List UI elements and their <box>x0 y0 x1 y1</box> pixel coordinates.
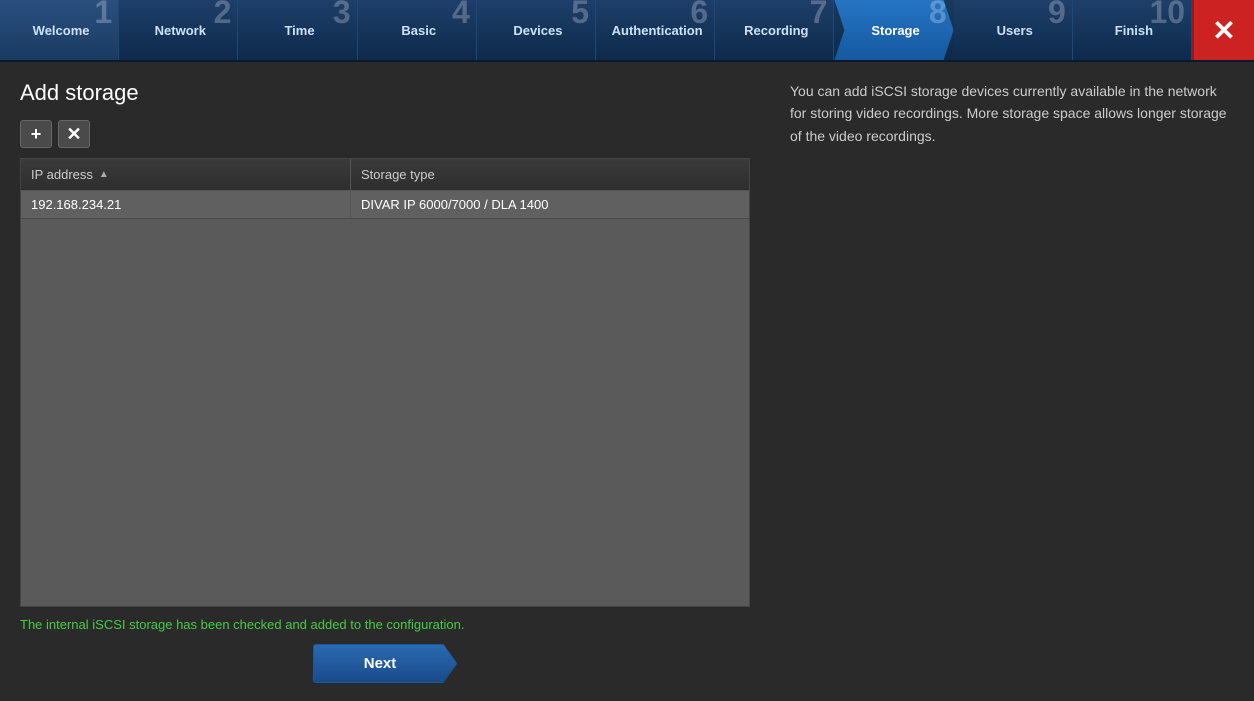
table-header: IP address ▲ Storage type <box>21 159 749 191</box>
column-header-storage: Storage type <box>351 159 749 190</box>
nav-welcome[interactable]: Welcome 1 <box>0 0 119 60</box>
status-message: The internal iSCSI storage has been chec… <box>20 617 750 632</box>
storage-table: IP address ▲ Storage type 192.168.234.21… <box>20 158 750 607</box>
cell-storage-type: DIVAR IP 6000/7000 / DLA 1400 <box>351 191 749 218</box>
sidebar-description: You can add iSCSI storage devices curren… <box>790 80 1234 147</box>
column-header-ip: IP address ▲ <box>21 159 351 190</box>
nav-basic[interactable]: Basic 4 <box>358 0 477 60</box>
nav-time[interactable]: Time 3 <box>238 0 357 60</box>
next-button[interactable]: Next <box>313 644 458 683</box>
bottom-bar: Next <box>20 644 750 683</box>
table-body: 192.168.234.21 DIVAR IP 6000/7000 / DLA … <box>21 191 749 606</box>
cell-ip: 192.168.234.21 <box>21 191 351 218</box>
nav-network[interactable]: Network 2 <box>119 0 238 60</box>
add-storage-button[interactable]: + <box>20 120 52 148</box>
table-row[interactable]: 192.168.234.21 DIVAR IP 6000/7000 / DLA … <box>21 191 749 219</box>
nav-storage[interactable]: Storage 8 <box>834 0 953 60</box>
remove-storage-button[interactable]: ✕ <box>58 120 90 148</box>
nav-authentication[interactable]: Authentication 6 <box>596 0 715 60</box>
left-panel: Add storage + ✕ IP address ▲ Storage typ… <box>0 62 770 701</box>
toolbar: + ✕ <box>20 120 750 148</box>
close-button[interactable]: ✕ <box>1192 0 1254 60</box>
sort-arrow-icon: ▲ <box>99 169 109 180</box>
nav-finish[interactable]: Finish 10 <box>1073 0 1192 60</box>
nav-users[interactable]: Users 9 <box>954 0 1073 60</box>
close-icon: ✕ <box>1212 14 1235 47</box>
top-navigation: Welcome 1 Network 2 Time 3 Basic 4 Devic… <box>0 0 1254 62</box>
right-panel: You can add iSCSI storage devices curren… <box>770 62 1254 701</box>
page-title: Add storage <box>20 80 750 106</box>
nav-recording[interactable]: Recording 7 <box>715 0 834 60</box>
nav-devices[interactable]: Devices 5 <box>477 0 596 60</box>
main-content: Add storage + ✕ IP address ▲ Storage typ… <box>0 62 1254 701</box>
